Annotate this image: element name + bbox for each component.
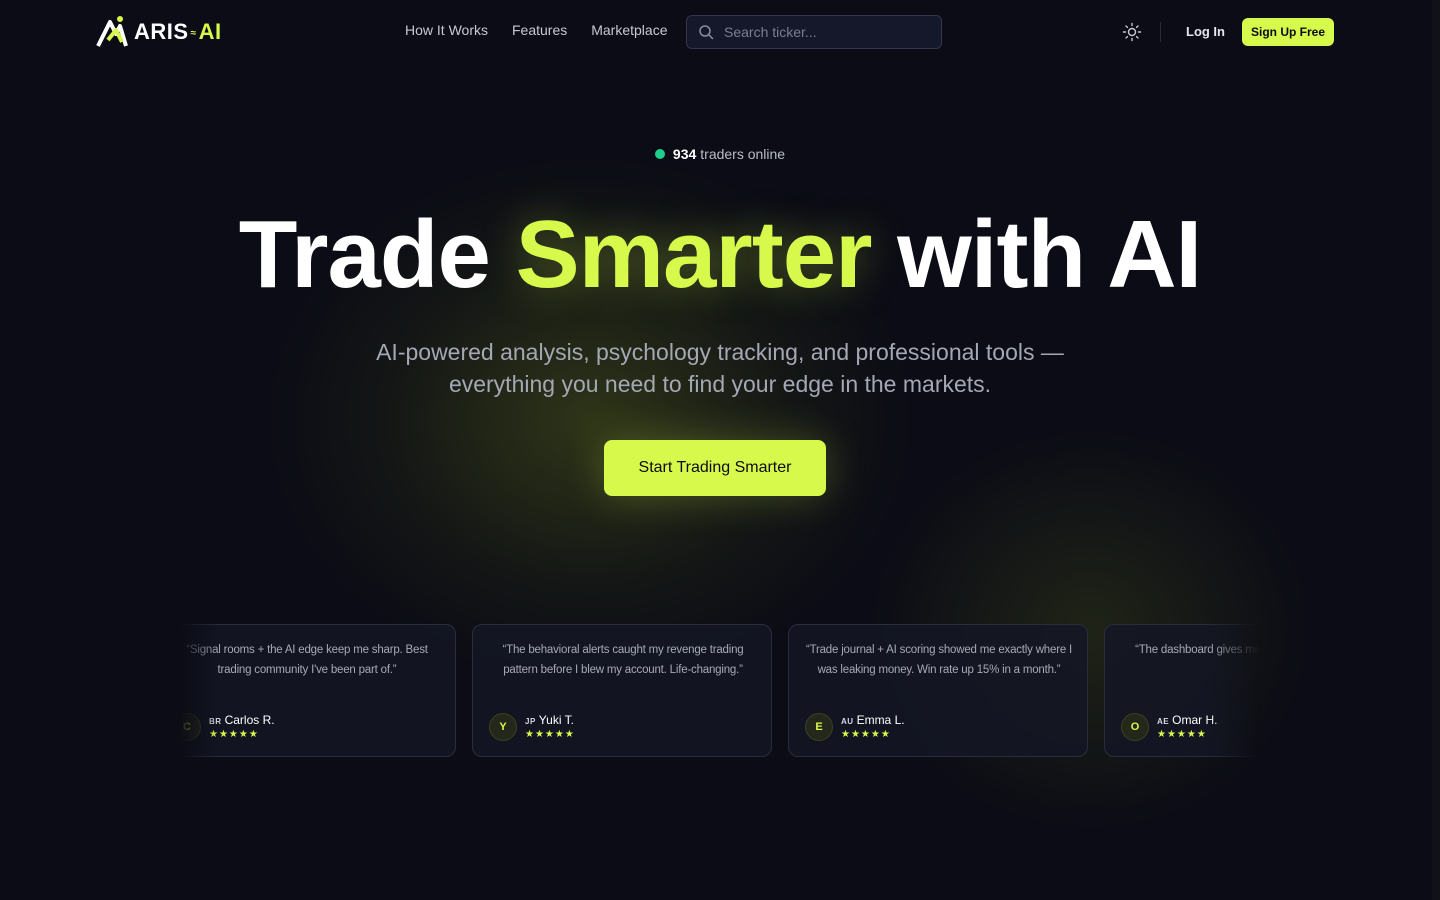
online-dot-icon xyxy=(654,149,665,159)
online-count: 934 xyxy=(672,146,697,162)
login-link[interactable]: Log In xyxy=(1186,24,1225,39)
subtitle-line1: AI-powered analysis, psychology tracking… xyxy=(376,339,1064,365)
nav-divider xyxy=(1160,22,1161,42)
online-label: traders online xyxy=(700,146,786,162)
logo-primary: ARIS xyxy=(134,19,189,44)
signup-button[interactable]: Sign Up Free xyxy=(1242,18,1334,46)
testimonial-quote: “The behavioral alerts caught my revenge… xyxy=(502,644,744,676)
headline-part1: Trade xyxy=(238,201,516,308)
logo-text: ARIS ≈AI xyxy=(134,19,222,45)
country-code: AU xyxy=(841,717,854,726)
logo-mark-icon xyxy=(96,16,128,47)
author-name: Omar H. xyxy=(1172,713,1218,727)
nav-link-how-it-works[interactable]: How It Works xyxy=(405,22,488,38)
author-name: Emma L. xyxy=(856,713,905,727)
star-rating-icon: ★★★★★ xyxy=(841,729,891,740)
avatar: O xyxy=(1121,713,1149,741)
avatar: C xyxy=(178,713,201,741)
author-name: Yuki T. xyxy=(538,713,574,727)
country-code: JP xyxy=(525,717,536,726)
start-trading-button[interactable]: Start Trading Smarter xyxy=(604,440,826,496)
page-scrollbar[interactable] xyxy=(1432,0,1440,900)
headline-part2: with AI xyxy=(871,201,1202,308)
testimonial-quote: “The dashboard gives me performance. No … xyxy=(1135,644,1260,656)
testimonial-card: “Signal rooms + the AI edge keep me shar… xyxy=(178,624,456,757)
logo-separator: ≈ xyxy=(190,27,197,39)
testimonial-quote: “Trade journal + AI scoring showed me ex… xyxy=(805,644,1073,676)
subtitle-line2: everything you need to find your edge in… xyxy=(448,371,992,397)
testimonial-card: “The behavioral alerts caught my revenge… xyxy=(472,624,772,757)
testimonial-author: BR Carlos R. xyxy=(209,713,275,727)
testimonial-card: “The dashboard gives me performance. No … xyxy=(1104,624,1260,757)
search-icon xyxy=(699,25,714,40)
logo[interactable]: ARIS ≈AI xyxy=(96,14,222,50)
country-code: BR xyxy=(209,717,222,726)
nav-links: How It Works Features Marketplace xyxy=(405,22,668,38)
author-name: Carlos R. xyxy=(224,713,275,727)
avatar: Y xyxy=(489,713,517,741)
headline-highlight: Smarter xyxy=(515,201,873,308)
nav-link-marketplace[interactable]: Marketplace xyxy=(591,22,667,38)
avatar: E xyxy=(805,713,833,741)
online-indicator: 934 traders online xyxy=(0,146,1440,162)
hero-headline: Trade Smarter with AI xyxy=(0,200,1440,310)
search-box[interactable] xyxy=(686,15,942,49)
star-rating-icon: ★★★★★ xyxy=(1157,729,1207,740)
star-rating-icon: ★★★★★ xyxy=(209,729,259,740)
testimonials-carousel: “Signal rooms + the AI edge keep me shar… xyxy=(178,624,1260,758)
star-rating-icon: ★★★★★ xyxy=(525,729,575,740)
nav-link-features[interactable]: Features xyxy=(512,22,567,38)
testimonial-card: “Trade journal + AI scoring showed me ex… xyxy=(788,624,1088,757)
country-code: AE xyxy=(1157,717,1170,726)
testimonial-author: AE Omar H. xyxy=(1157,713,1217,727)
top-nav: ARIS ≈AI How It Works Features Marketplac… xyxy=(0,0,1440,64)
hero-subtitle: AI-powered analysis, psychology tracking… xyxy=(320,336,1120,400)
testimonial-quote: “Signal rooms + the AI edge keep me shar… xyxy=(186,644,428,676)
search-input[interactable] xyxy=(724,24,924,40)
testimonial-author: AU Emma L. xyxy=(841,713,905,727)
testimonial-author: JP Yuki T. xyxy=(525,713,574,727)
logo-secondary: AI xyxy=(198,19,222,44)
sun-icon[interactable] xyxy=(1122,22,1142,42)
